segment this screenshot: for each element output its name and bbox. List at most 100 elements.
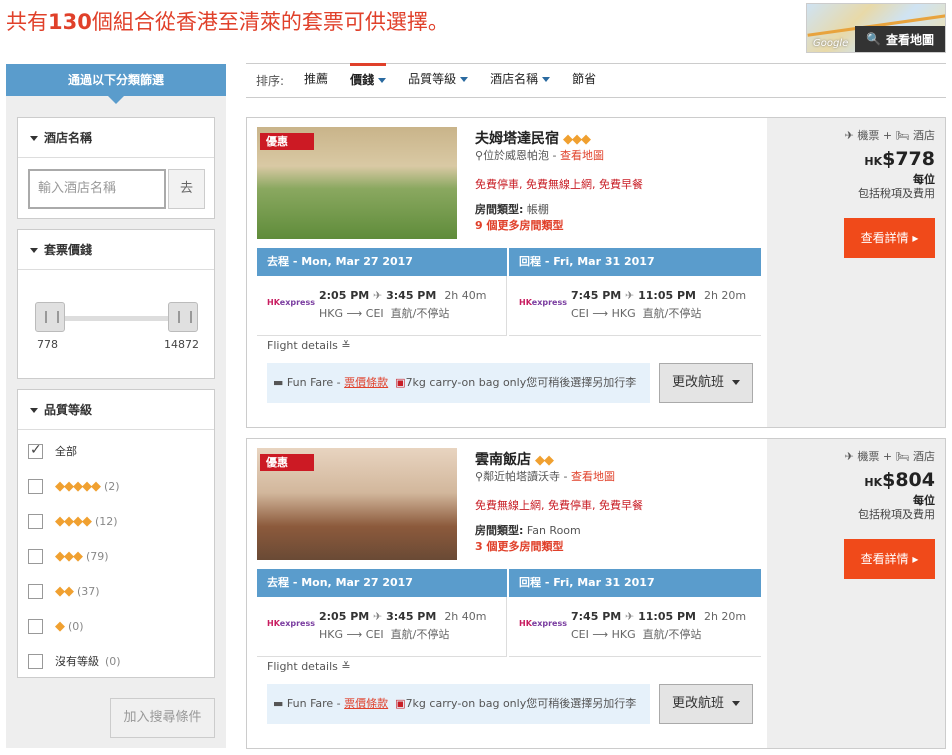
plane-icon: ✈ [373,610,383,623]
price-slider-min-handle[interactable] [35,302,65,332]
price-min-label: 778 [37,338,58,351]
star-option-label: 沒有等級 [55,655,99,668]
results-headline: 共有130個組合從香港至清萊的套票可供選擇。 [6,6,449,36]
hotel-photo[interactable]: 優惠 [257,448,457,560]
change-flight-button[interactable]: 更改航班 [659,363,753,403]
star-option-count: (37) [77,584,100,598]
caret-down-icon [460,77,469,82]
taxes-included-label: 包括稅項及費用 [858,187,935,200]
checkbox[interactable] [28,583,43,599]
package-price: HK$778 [864,148,935,170]
deal-badge: 優惠 [260,454,314,471]
package-card: 優惠 夫姆塔達民宿 ◆◆◆ ⚲位於威恩帕泡 - 查看地圖 免費停車, 免費無線上網… [246,117,946,428]
hotel-name-link[interactable]: 雲南飯店 ◆◆ [475,449,557,469]
caret-down-icon [732,701,741,706]
package-card: 優惠 雲南飯店 ◆◆ ⚲鄰近帕塔讀沃寺 - 查看地圖 免費無線上網, 免費停車, … [246,438,946,749]
star-filter-option[interactable]: ◆◆◆◆◆ (2) [28,476,120,496]
more-room-types-link[interactable]: 3 個更多房間類型 [475,538,563,554]
star-option-count: (0) [105,654,121,668]
star-rating-filter-title[interactable]: 品質等級 [18,390,214,430]
change-flight-button[interactable]: 更改航班 [659,684,753,724]
star-filter-option[interactable]: ◆◆◆ (79) [28,546,109,566]
sort-price[interactable]: 價錢 [350,63,387,98]
view-map-button[interactable]: 🔍 查看地圖 [855,26,945,52]
view-details-button[interactable]: 查看詳情 ▸ [844,539,935,579]
outbound-flight: HKexpress 2:05 PM ✈ 3:45 PM 2h 40m HKG ⟶ … [257,597,507,657]
checkbox[interactable] [28,478,43,494]
star-option-count: (79) [86,549,109,563]
deal-badge: 優惠 [260,133,314,150]
star-filter-option[interactable]: ◆◆◆◆ (12) [28,511,118,531]
fare-terms-link[interactable]: 票價條款 [344,376,388,389]
ticket-icon: ▬ [273,697,284,710]
result-count: 130 [48,10,92,34]
plane-icon: ✈ [373,289,383,302]
headline-suffix: 個組合從香港至清萊的套票可供選擇。 [91,10,449,34]
map-pin-icon: ⚲ [475,470,484,483]
sort-recommended[interactable]: 推薦 [304,63,328,98]
hotel-name-filter-title[interactable]: 酒店名稱 [18,118,214,158]
sort-hotel-name[interactable]: 酒店名稱 [490,63,551,98]
star-filter-option[interactable]: ◆ (0) [28,616,84,636]
hotel-name-go-button[interactable]: 去 [168,169,205,209]
checkbox[interactable] [28,548,43,564]
outbound-header: 去程 - Mon, Mar 27 2017 [257,248,507,276]
view-map-link[interactable]: 查看地圖 [560,149,604,162]
sort-label: 排序: [256,74,285,88]
diamond-rating-icon: ◆ [55,618,65,634]
checkbox[interactable] [28,618,43,634]
plane-icon: ✈ [625,289,635,302]
flight-details-toggle[interactable]: Flight details ≚ [267,339,351,352]
star-filter-option[interactable]: 沒有等級 (0) [28,651,121,671]
plane-icon: ✈ [625,610,635,623]
view-map-link[interactable]: 查看地圖 [571,470,615,483]
map-pin-icon: ⚲ [475,149,484,162]
flight-details-toggle[interactable]: Flight details ≚ [267,660,351,673]
checkbox[interactable] [28,513,43,529]
view-map-label: 查看地圖 [885,32,934,47]
filter-header-arrow [108,96,124,104]
hotel-name-input[interactable]: 輸入酒店名稱 [28,169,166,209]
sort-star-rating[interactable]: 品質等級 [408,63,469,98]
fare-terms-link[interactable]: 票價條款 [344,697,388,710]
view-details-button[interactable]: 查看詳情 ▸ [844,218,935,258]
checkbox[interactable] [28,442,43,459]
airline-logo: HKexpress [267,298,315,307]
ticket-icon: ▬ [273,376,284,389]
hotel-photo[interactable]: 優惠 [257,127,457,239]
hotel-name-link[interactable]: 夫姆塔達民宿 ◆◆◆ [475,128,594,148]
caret-down-icon [378,78,387,83]
price-filter: 套票價錢 778 14872 [17,229,215,379]
airline-logo: HKexpress [519,298,567,307]
room-type: 房間類型: 帳棚 [475,203,549,216]
add-search-criteria-button[interactable]: 加入搜尋條件 [110,698,215,738]
diamond-rating-icon: ◆◆ [55,583,74,599]
sort-savings[interactable]: 節省 [572,63,596,98]
outbound-flight: HKexpress 2:05 PM ✈ 3:45 PM 2h 40m HKG ⟶ … [257,276,507,336]
hotel-location: ⚲鄰近帕塔讀沃寺 - 查看地圖 [475,470,616,483]
package-type: ✈ 機票 + 🛏 酒店 [844,450,935,463]
diamond-rating-icon: ◆◆◆◆◆ [55,478,101,494]
amenities: 免費無線上網, 免費停車, 免費早餐 [475,499,643,512]
airline-logo: HKexpress [267,619,315,628]
hotel-location: ⚲位於威恩帕泡 - 查看地圖 [475,149,605,162]
star-option-label: 全部 [55,445,77,458]
search-icon: 🔍 [866,32,881,46]
checkbox[interactable] [28,653,43,669]
star-option-count: (12) [95,514,118,528]
map-thumbnail[interactable]: Google 🔍 查看地圖 [806,3,946,53]
price-filter-title[interactable]: 套票價錢 [18,230,214,270]
star-filter-option[interactable]: 全部 [28,441,83,461]
star-filter-option[interactable]: ◆◆ (37) [28,581,100,601]
star-rating-filter: 品質等級 全部◆◆◆◆◆(2)◆◆◆◆(12)◆◆◆(79)◆◆(37)◆(0)… [17,389,215,678]
price-slider-max-handle[interactable] [168,302,198,332]
fare-info: ▬ Fun Fare - 票價條款 ▣7kg carry-on bag only… [267,684,650,724]
more-room-types-link[interactable]: 9 個更多房間類型 [475,217,563,233]
no-bag-icon: ▣ [395,697,406,710]
diamond-rating-icon: ◆◆◆◆ [55,513,92,529]
price-slider-track[interactable] [46,316,176,321]
return-header: 回程 - Fri, Mar 31 2017 [509,248,761,276]
filter-header: 通過以下分類篩選 [6,64,226,96]
price-max-label: 14872 [164,338,199,351]
caret-down-icon [30,408,38,413]
